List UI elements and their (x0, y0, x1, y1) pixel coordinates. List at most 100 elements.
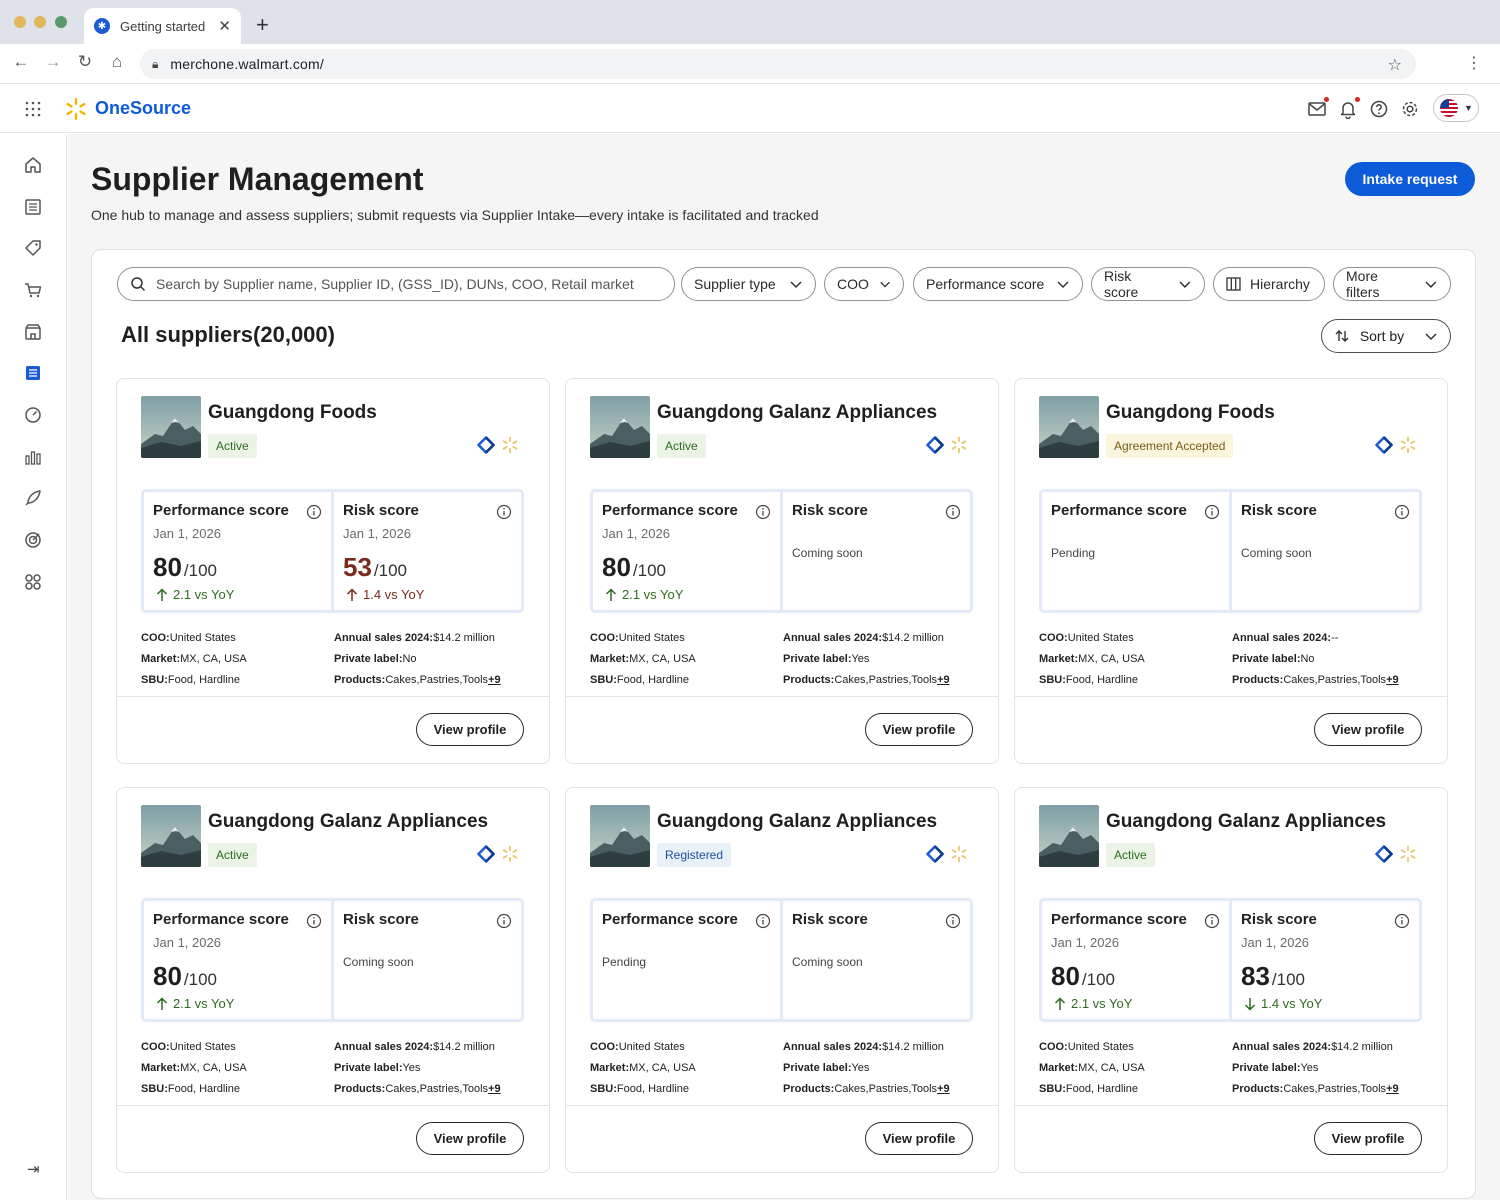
more-products-link[interactable]: +9 (1386, 674, 1399, 686)
apps-nav-icon[interactable] (23, 572, 43, 592)
address-bar[interactable]: 🔒︎ merchone.walmart.com/ ☆ (140, 49, 1416, 79)
sort-label: Sort by (1359, 328, 1405, 344)
info-icon[interactable] (1204, 504, 1220, 520)
coo-label: COO: (1039, 1041, 1068, 1053)
annual-sales-value: $14.2 million (882, 1041, 944, 1053)
view-profile-button[interactable]: View profile (865, 713, 973, 746)
cart-nav-icon[interactable] (23, 280, 43, 300)
filter-supplier-type[interactable]: Supplier type (681, 267, 816, 301)
filter-more-filters[interactable]: More filters (1333, 267, 1451, 301)
supplier-card: Guangdong Foods Active Performance score… (116, 378, 550, 764)
tab-close-icon[interactable]: ✕ (218, 17, 231, 35)
browser-tab[interactable]: ✱ Getting started ✕ (84, 8, 241, 44)
coo-label: COO: (1039, 632, 1068, 644)
rocket-nav-icon[interactable] (23, 488, 43, 508)
info-icon[interactable] (496, 504, 512, 520)
expand-sidebar-icon[interactable]: ⇥ (27, 1160, 40, 1178)
info-icon[interactable] (945, 913, 961, 929)
supplier-name[interactable]: Guangdong Foods (208, 402, 377, 424)
sbu-row: SBU:Food, Hardline (1039, 1079, 1145, 1100)
supplier-name[interactable]: Guangdong Foods (1106, 402, 1275, 424)
coo-label: COO: (590, 632, 619, 644)
filter-risk-score[interactable]: Risk score (1091, 267, 1205, 301)
market-value: MX, CA, USA (629, 653, 696, 665)
info-icon[interactable] (306, 913, 322, 929)
status-badge: Active (657, 434, 706, 458)
tag-nav-icon[interactable] (23, 238, 43, 258)
coo-value: United States (169, 1041, 236, 1053)
target-nav-icon[interactable] (23, 530, 43, 550)
mail-icon[interactable] (1307, 99, 1327, 119)
view-profile-button[interactable]: View profile (1314, 713, 1422, 746)
performance-score-value: 80/100 (602, 552, 666, 583)
market-value: MX, CA, USA (1078, 1062, 1145, 1074)
help-icon[interactable] (1369, 99, 1389, 119)
more-products-link[interactable]: +9 (488, 1083, 501, 1095)
info-icon[interactable] (1394, 913, 1410, 929)
risk-score-title: Risk score (343, 911, 419, 928)
bar-chart-nav-icon[interactable] (23, 447, 43, 467)
info-icon[interactable] (496, 913, 512, 929)
risk-score-date: Jan 1, 2026 (1241, 935, 1309, 950)
bell-icon[interactable] (1338, 99, 1358, 119)
info-icon[interactable] (1204, 913, 1220, 929)
info-icon[interactable] (755, 504, 771, 520)
new-tab-icon[interactable]: + (256, 12, 269, 38)
more-products-link[interactable]: +9 (488, 674, 501, 686)
info-icon[interactable] (755, 913, 771, 929)
supplier-name[interactable]: Guangdong Galanz Appliances (657, 811, 937, 833)
private-label-value: No (1300, 653, 1315, 665)
home-icon[interactable]: ⌂ (106, 52, 128, 72)
private-label-label: Private label: (334, 1062, 403, 1074)
store-nav-icon[interactable] (23, 322, 43, 342)
gauge-nav-icon[interactable] (23, 405, 43, 425)
list-nav-icon[interactable] (23, 197, 43, 217)
filter-label: COO (837, 276, 869, 292)
window-close-dot[interactable] (14, 16, 26, 28)
view-profile-button[interactable]: View profile (1314, 1122, 1422, 1155)
sort-by-button[interactable]: Sort by (1321, 319, 1451, 353)
more-products-link[interactable]: +9 (1386, 1083, 1399, 1095)
locale-selector[interactable]: ▼ (1433, 94, 1479, 122)
brand-name[interactable]: OneSource (95, 98, 191, 119)
supplier-name[interactable]: Guangdong Galanz Appliances (657, 402, 937, 424)
view-profile-button[interactable]: View profile (416, 1122, 524, 1155)
market-value: MX, CA, USA (629, 1062, 696, 1074)
market-row: Market:MX, CA, USA (141, 1058, 247, 1079)
gear-icon[interactable] (1400, 99, 1420, 119)
performance-score-date: Jan 1, 2026 (602, 526, 670, 541)
view-profile-button[interactable]: View profile (416, 713, 524, 746)
performance-trend-text: 2.1 vs YoY (173, 996, 235, 1011)
home-nav-icon[interactable] (23, 155, 43, 175)
browser-toolbar: ← → ↻ ⌂ 🔒︎ merchone.walmart.com/ ☆ ⋮ (0, 44, 1500, 84)
more-products-link[interactable]: +9 (937, 674, 950, 686)
window-minimize-dot[interactable] (34, 16, 46, 28)
info-icon[interactable] (1394, 504, 1410, 520)
supplier-name[interactable]: Guangdong Galanz Appliances (1106, 811, 1386, 833)
app-launcher-icon[interactable] (24, 100, 42, 118)
sbu-row: SBU:Food, Hardline (590, 670, 696, 691)
spark-icon (1400, 436, 1416, 454)
supplier-name[interactable]: Guangdong Galanz Appliances (208, 811, 488, 833)
risk-score-title: Risk score (1241, 911, 1317, 928)
supplier-list-nav-icon[interactable] (23, 363, 43, 383)
browser-menu-icon[interactable]: ⋮ (1466, 53, 1482, 73)
info-icon[interactable] (306, 504, 322, 520)
view-profile-button[interactable]: View profile (865, 1122, 973, 1155)
intake-request-button[interactable]: Intake request (1345, 162, 1475, 196)
back-icon[interactable]: ← (10, 52, 32, 72)
reload-icon[interactable]: ↻ (74, 52, 96, 72)
arrow-up-icon (1054, 996, 1066, 1010)
info-icon[interactable] (945, 504, 961, 520)
search-input[interactable] (156, 276, 674, 292)
filter-hierarchy[interactable]: Hierarchy (1213, 267, 1325, 301)
card-divider (1015, 696, 1447, 697)
filter-coo[interactable]: COO (824, 267, 904, 301)
window-zoom-dot[interactable] (55, 16, 67, 28)
forward-icon[interactable]: → (42, 52, 64, 72)
search-box[interactable] (117, 267, 675, 301)
more-products-link[interactable]: +9 (937, 1083, 950, 1095)
filter-performance-score[interactable]: Performance score (913, 267, 1083, 301)
bookmark-star-icon[interactable]: ☆ (1388, 55, 1402, 75)
spark-logo-icon (66, 98, 86, 120)
